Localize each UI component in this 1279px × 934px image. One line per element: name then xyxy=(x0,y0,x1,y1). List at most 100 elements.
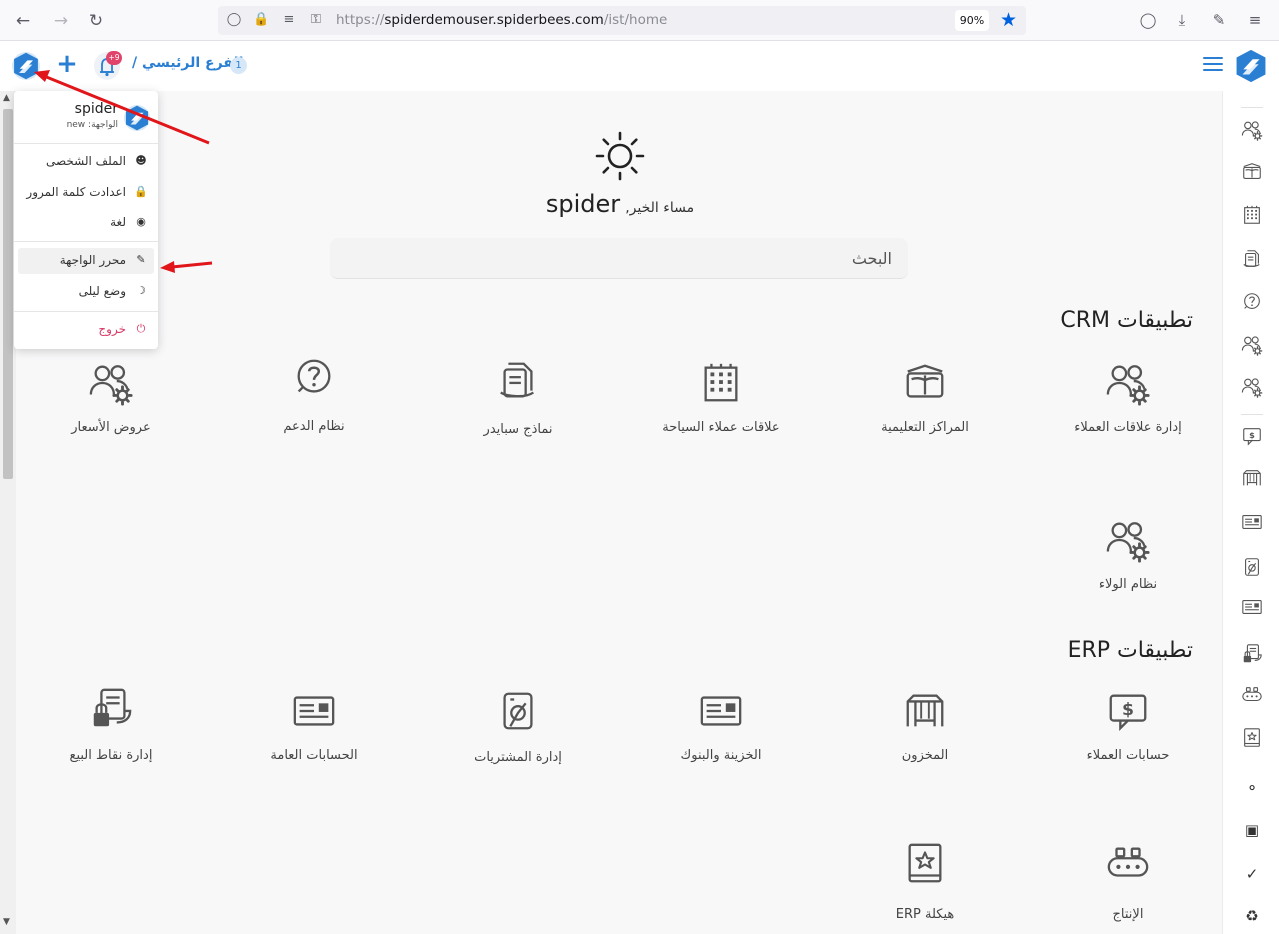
sidebar-headset-icon[interactable]: ⚬ xyxy=(1239,775,1265,801)
menu-item-profile[interactable]: ☻ الملف الشخصى xyxy=(18,149,154,175)
sidebar-briefcase-icon[interactable]: ▣ xyxy=(1239,817,1265,843)
purchase-doc-icon xyxy=(495,688,541,734)
app-tile-production[interactable]: الإنتاج xyxy=(1028,841,1228,934)
search-input[interactable] xyxy=(330,238,908,278)
app-tile-label: إدارة نقاط البيع xyxy=(69,748,153,763)
annotation-arrow-interface-editor xyxy=(160,261,213,273)
sidebar-pos-icon[interactable] xyxy=(1239,643,1265,669)
globe-icon: ◉ xyxy=(136,215,146,228)
id-card-icon xyxy=(698,688,744,734)
app-tile-label: هيكلة ERP xyxy=(895,907,955,922)
address-bar[interactable]: ◯ 🔒 ≡ ⚿ https://spiderdemouser.spiderbee… xyxy=(218,6,1026,35)
sidebar-checklist-icon[interactable]: ✓ xyxy=(1239,861,1265,887)
app-tile-crm[interactable]: إدارة علاقات العملاء xyxy=(1028,360,1228,470)
app-tile-treasury[interactable]: الخزينة والبنوك xyxy=(621,688,821,798)
forms-icon xyxy=(495,358,541,404)
sidebar-users-gear-icon[interactable] xyxy=(1239,334,1265,360)
app-tile-erp-structure[interactable]: هيكلة ERP xyxy=(825,841,1025,934)
app-tile-general-accounts[interactable]: الحسابات العامة xyxy=(214,688,414,798)
sidebar-building-icon[interactable] xyxy=(1239,204,1265,230)
forward-arrow-icon[interactable]: → xyxy=(50,10,72,32)
app-tile-support[interactable]: نظام الدعم xyxy=(214,355,414,465)
power-icon: ⏻ xyxy=(136,322,146,335)
download-icon[interactable]: ⤓ xyxy=(1172,10,1192,30)
app-tile-forms[interactable]: نماذج سبايدر xyxy=(418,358,618,468)
app-tile-purchases[interactable]: إدارة المشتريات xyxy=(418,688,618,798)
greeting: مساء الخير, spider xyxy=(450,190,790,218)
greeting-word: مساء الخير, xyxy=(625,200,695,216)
key-icon[interactable]: ⚿ xyxy=(308,12,324,28)
menu-item-interface-editor[interactable]: ✎ محرر الواجهة xyxy=(18,248,154,274)
sidebar-recycle-icon[interactable]: ♻ xyxy=(1239,903,1265,929)
warehouse-icon xyxy=(902,688,948,734)
sidebar-divider xyxy=(1241,414,1263,415)
notification-badge: +9 xyxy=(106,51,122,65)
app-tile-quotations[interactable]: عروض الأسعار xyxy=(11,360,211,470)
sidebar-forms-icon[interactable] xyxy=(1239,248,1265,274)
sidebar-dollar-chat-icon[interactable] xyxy=(1239,425,1265,451)
add-button[interactable]: + xyxy=(54,51,80,78)
app-tile-label: نظام الولاء xyxy=(1098,577,1158,592)
back-arrow-icon[interactable]: ← xyxy=(12,10,34,32)
app-tile-label: المراكز التعليمية xyxy=(881,420,969,435)
sidebar-id-card-icon[interactable] xyxy=(1239,511,1265,537)
shield-icon[interactable]: ◯ xyxy=(226,12,242,28)
reload-icon[interactable]: ↻ xyxy=(85,10,107,32)
app-tile-label: نظام الدعم xyxy=(283,419,345,434)
zoom-level[interactable]: 90% xyxy=(955,10,989,31)
app-tile-label: الخزينة والبنوك xyxy=(680,748,762,763)
sidebar-production-icon[interactable] xyxy=(1239,684,1265,710)
sidebar-divider xyxy=(1241,107,1263,108)
sidebar-users-gear-icon[interactable] xyxy=(1239,119,1265,145)
app-tile-inventory[interactable]: المخزون xyxy=(825,688,1025,798)
sidebar-id-card-icon[interactable] xyxy=(1239,596,1265,622)
url-text[interactable]: https://spiderdemouser.spiderbees.com/is… xyxy=(336,12,667,28)
dollar-chat-icon xyxy=(1105,688,1151,734)
greeting-user-name: spider xyxy=(545,190,621,218)
sidebar-book-icon[interactable] xyxy=(1239,161,1265,187)
users-gear-icon xyxy=(1105,517,1151,563)
menu-item-logout[interactable]: ⏻ خروج xyxy=(18,317,154,343)
menu-icon[interactable]: ≡ xyxy=(1245,10,1265,30)
app-tile-pos[interactable]: إدارة نقاط البيع xyxy=(11,686,211,796)
app-tile-label: إدارة المشتريات xyxy=(474,750,562,765)
dropdown-divider xyxy=(14,143,158,144)
app-tile-education[interactable]: المراكز التعليمية xyxy=(825,360,1025,470)
app-tile-loyalty[interactable]: نظام الولاء xyxy=(1028,517,1228,627)
pocket-icon[interactable]: ◯ xyxy=(1138,10,1158,30)
app-tile-label: المخزون xyxy=(901,748,949,763)
menu-item-label: لغة xyxy=(110,215,126,229)
app-tile-tourism[interactable]: علاقات عملاء السياحة xyxy=(621,360,821,470)
avatar-logo-icon xyxy=(124,105,150,131)
app-tile-customer-accounts[interactable]: حسابات العملاء xyxy=(1028,688,1228,798)
app-logo[interactable] xyxy=(1234,49,1268,83)
hamburger-menu-icon[interactable] xyxy=(1203,57,1223,75)
dropdown-divider xyxy=(14,311,158,312)
interface-editor-icon: ✎ xyxy=(136,253,146,266)
sidebar-users-gear-icon[interactable] xyxy=(1239,376,1265,402)
sidebar-warehouse-icon[interactable] xyxy=(1239,467,1265,493)
production-icon xyxy=(1105,841,1151,887)
dropdown-user-name: spider xyxy=(74,101,118,117)
sidebar-purchase-icon[interactable] xyxy=(1239,556,1265,582)
extensions-icon[interactable]: ✎ xyxy=(1209,10,1229,30)
menu-item-label: وضع ليلى xyxy=(78,284,126,298)
scroll-down-icon[interactable]: ▼ xyxy=(3,917,10,927)
user-avatar-button[interactable] xyxy=(12,52,40,80)
bookmark-star-icon[interactable]: ★ xyxy=(1000,9,1017,31)
sidebar-question-icon[interactable] xyxy=(1239,291,1265,317)
sidebar-star-book-icon[interactable] xyxy=(1239,727,1265,753)
moon-icon: ☽ xyxy=(136,284,146,297)
branch-breadcrumb[interactable]: الفرع الرئيسي / xyxy=(132,55,243,71)
lock-icon[interactable]: 🔒 xyxy=(253,12,269,28)
scroll-up-icon[interactable]: ▲ xyxy=(3,93,10,103)
branch-count-badge: 1 xyxy=(230,57,247,74)
menu-item-password-settings[interactable]: 🔒 اعدادت كلمة المرور xyxy=(18,180,154,206)
building-icon xyxy=(698,360,744,406)
search-box[interactable] xyxy=(330,238,908,279)
app-header: + +9 الفرع الرئيسي / 1 xyxy=(0,41,1279,91)
permissions-icon[interactable]: ≡ xyxy=(281,12,297,28)
app-tile-label: الحسابات العامة xyxy=(270,748,358,763)
menu-item-language[interactable]: ◉ لغة xyxy=(18,210,154,236)
menu-item-night-mode[interactable]: ☽ وضع ليلى xyxy=(18,279,154,305)
